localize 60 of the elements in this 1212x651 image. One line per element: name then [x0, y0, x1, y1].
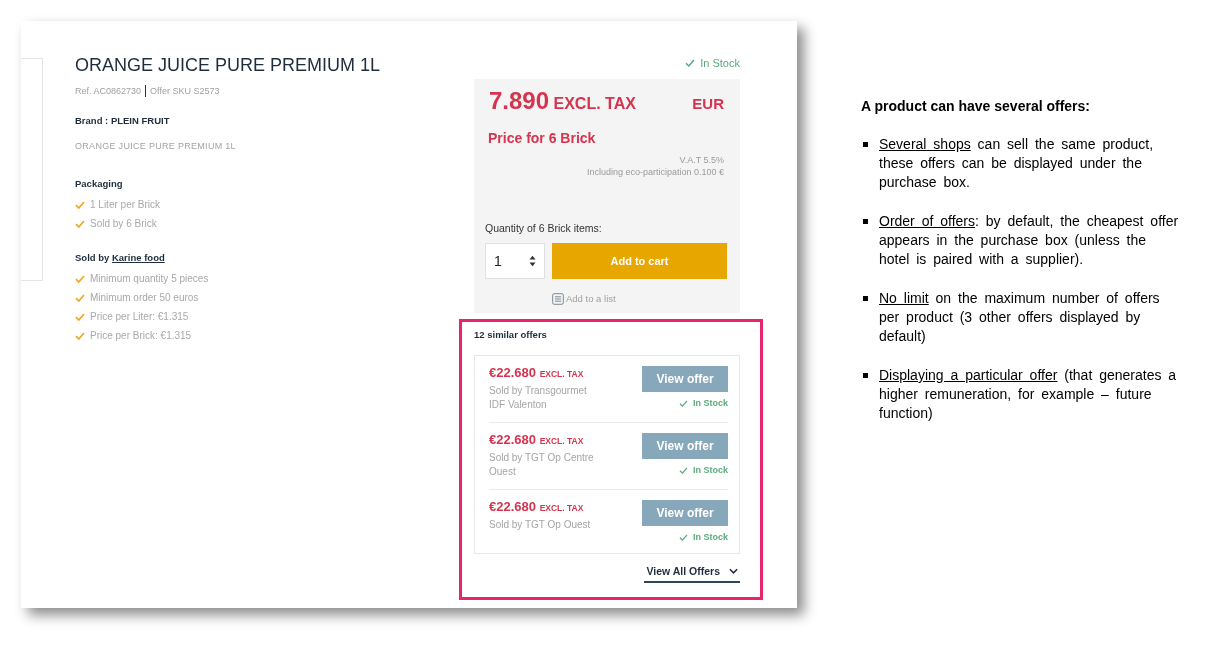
stock-status: In Stock: [693, 531, 728, 543]
feature-text: Price per Brick: €1.315: [90, 330, 192, 342]
seller-link[interactable]: Karine food: [111, 252, 165, 263]
offer-seller: Sold by TGT Op Ouest: [489, 518, 592, 532]
feature-text: Sold by 6 Brick: [90, 218, 157, 230]
feature-text: Minimum order 50 euros: [90, 292, 199, 304]
offer-seller: Sold by TGT Op Centre Ouest: [489, 451, 595, 479]
square-bullet-icon: [863, 373, 868, 378]
check-icon: [679, 399, 688, 407]
square-bullet-icon: [863, 142, 868, 147]
feature-text: Price per Liter: €1.315: [90, 311, 189, 323]
offers-count: 12 similar offers: [474, 329, 548, 341]
check-icon: [75, 332, 85, 340]
view-offer-button[interactable]: View offer: [642, 366, 728, 392]
offer-sku: Offer SKU S2573: [145, 85, 220, 97]
offer-price: €22.680 EXCL. TAX: [489, 366, 585, 381]
check-icon: [679, 533, 688, 541]
price-for-quantity: Price for 6 Brick: [487, 130, 597, 146]
view-offer-button[interactable]: View offer: [642, 433, 728, 459]
seller-heading: Sold by Karine food: [75, 252, 166, 264]
list-icon: [552, 292, 564, 305]
notes-heading: A product can have several offers:: [861, 97, 1091, 116]
add-to-cart-button[interactable]: Add to cart: [552, 243, 727, 279]
square-bullet-icon: [863, 296, 868, 301]
offer-price: €22.680 EXCL. TAX: [489, 433, 585, 448]
quantity-field[interactable]: 1: [485, 243, 545, 279]
check-icon: [679, 466, 688, 474]
feature-text: Minimum quantity 5 pieces: [90, 273, 209, 285]
view-offer-button[interactable]: View offer: [642, 500, 728, 526]
add-to-list-button[interactable]: Add to a list: [552, 292, 616, 305]
chevron-down-icon: [729, 568, 738, 574]
price: 7.890 EXCL. TAX: [489, 89, 636, 116]
check-icon: [75, 220, 85, 228]
note-text: Order of offers: by default, the cheapest offer appears in the purchase box (unless the hotel is paired with a supplier).: [879, 212, 1180, 269]
reference-number: Ref. AC0862730: [75, 85, 142, 97]
stock-status: In Stock: [693, 464, 728, 476]
brand-label: Brand : PLEIN FRUIT: [75, 115, 171, 127]
check-icon: [685, 59, 696, 67]
note-text: No limit on the maximum number of offers per product (3 other offers displayed by default): [879, 289, 1161, 346]
square-bullet-icon: [863, 219, 868, 224]
section-heading: Packaging: [75, 178, 124, 190]
stock-status: In Stock: [700, 56, 740, 71]
note-text: Displaying a particular offer (that generates a higher remuneration, for example – future function): [879, 366, 1178, 423]
offer-seller: Sold by Transgourmet IDF Valenton: [489, 384, 588, 412]
vat-rate: V.A.T 5.5%: [678, 154, 725, 166]
check-icon: [75, 313, 85, 321]
view-all-offers-link[interactable]: View All Offers: [644, 564, 740, 583]
up-down-arrows-icon[interactable]: [529, 255, 536, 267]
product-title: ORANGE JUICE PURE PREMIUM 1L: [75, 55, 382, 75]
check-icon: [75, 201, 85, 209]
offer-price: €22.680 EXCL. TAX: [489, 500, 585, 515]
feature-text: 1 Liter per Brick: [90, 199, 161, 211]
product-description: ORANGE JUICE PURE PREMIUM 1L: [75, 140, 237, 152]
note-text: Several shops can sell the same product, these offers can be displayed under the purchase box.: [879, 135, 1155, 192]
stock-status: In Stock: [693, 397, 728, 409]
eco-participation: Including eco-participation 0.100 €: [585, 166, 725, 178]
check-icon: [75, 275, 85, 283]
check-icon: [75, 294, 85, 302]
quantity-label: Quantity of 6 Brick items:: [485, 221, 603, 235]
currency: EUR: [692, 94, 724, 114]
